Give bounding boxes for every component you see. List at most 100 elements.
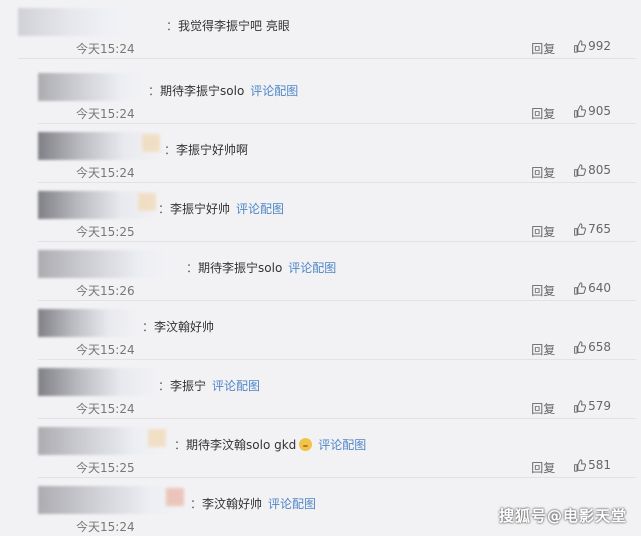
separator: ：: [142, 320, 155, 334]
comment-item: ：我觉得李振宁吧 亮眼 今天15:24 回复 992: [18, 0, 636, 59]
comment-body: ：李汶翰好帅 评论配图: [190, 495, 316, 512]
comment-body: ：期待李振宁solo 评论配图: [148, 82, 298, 99]
separator: ：: [158, 202, 171, 216]
comment-item: ：李汶翰好帅 今天15:24 回复 658: [38, 301, 636, 360]
comment-item: ：李振宁好帅 评论配图 今天15:25 回复 765: [38, 183, 636, 242]
blurred-avatar-tail: [148, 429, 166, 447]
comment-list: ：我觉得李振宁吧 亮眼 今天15:24 回复 992 ：期待李振宁solo 评论配…: [0, 0, 641, 535]
like-count: 805: [588, 163, 611, 177]
smiley-emoji-icon: [299, 438, 313, 451]
thumbs-up-icon: [574, 458, 587, 472]
comment-actions: 回复 905: [531, 104, 611, 122]
comment-item: ：期待李振宁solo 评论配图 今天15:24 回复 905: [38, 65, 636, 124]
like-button[interactable]: 640: [573, 281, 611, 295]
reply-button[interactable]: 回复: [531, 166, 555, 180]
blurred-username-avatar[interactable]: [38, 427, 166, 455]
comment-text: 期待李振宁solo: [160, 84, 245, 98]
like-count: 640: [588, 281, 611, 295]
comment-time: 今天15:25: [76, 461, 135, 475]
comment-actions: 回复 992: [531, 39, 611, 57]
comment-image-link[interactable]: 评论配图: [212, 379, 260, 393]
comment-actions: 回复 765: [531, 222, 611, 240]
comment-time: 今天15:25: [76, 225, 135, 239]
like-button[interactable]: 765: [573, 222, 611, 236]
separator: ：: [186, 261, 199, 275]
comment-time: 今天15:24: [76, 107, 135, 121]
thumbs-up-icon: [574, 399, 587, 413]
comment-item: ：李振宁 评论配图 今天15:24 回复 579: [38, 360, 636, 419]
comment-actions: 回复 581: [531, 458, 611, 476]
separator: ：: [158, 379, 171, 393]
like-count: 992: [588, 39, 611, 53]
comment-text: 李振宁好帅: [170, 202, 231, 216]
reply-button[interactable]: 回复: [531, 225, 555, 239]
comment-image-link[interactable]: 评论配图: [288, 261, 336, 275]
comment-body: ：李振宁好帅啊: [164, 141, 248, 158]
comment-time: 今天15:24: [76, 402, 135, 416]
separator: ：: [174, 438, 187, 452]
reply-button[interactable]: 回复: [531, 461, 555, 475]
like-count: 905: [588, 104, 611, 118]
thumbs-up-icon: [574, 39, 587, 53]
like-button[interactable]: 581: [573, 458, 611, 472]
comment-text: 期待李汶翰solo gkd: [186, 438, 297, 452]
comment-body: ：期待李振宁solo 评论配图: [186, 259, 336, 276]
blurred-username-avatar[interactable]: [38, 309, 138, 337]
comment-body: ：期待李汶翰solo gkd 评论配图: [174, 436, 366, 453]
blurred-username-avatar[interactable]: [18, 8, 148, 36]
comment-body: ：李汶翰好帅: [142, 318, 214, 335]
comment-body: ：我觉得李振宁吧 亮眼: [166, 17, 290, 34]
blurred-username-avatar[interactable]: [38, 368, 156, 396]
comment-text: 我觉得李振宁吧 亮眼: [178, 19, 290, 33]
comment-item: ：李振宁好帅啊 今天15:24 回复 805: [38, 124, 636, 183]
separator: ：: [164, 143, 177, 157]
comment-image-link[interactable]: 评论配图: [250, 84, 298, 98]
thumbs-up-icon: [574, 281, 587, 295]
comment-actions: 回复 658: [531, 340, 611, 358]
comment-actions: 回复 579: [531, 399, 611, 417]
comment-time: 今天15:24: [76, 42, 135, 56]
comment-image-link[interactable]: 评论配图: [318, 438, 366, 452]
reply-button[interactable]: 回复: [531, 284, 555, 298]
comment-text: 期待李振宁solo: [198, 261, 283, 275]
blurred-username-avatar[interactable]: [38, 250, 173, 278]
separator: ：: [148, 84, 161, 98]
comment-body: ：李振宁 评论配图: [158, 377, 260, 394]
thumbs-up-icon: [574, 340, 587, 354]
comment-text: 李汶翰好帅: [202, 497, 263, 511]
like-button[interactable]: 658: [573, 340, 611, 354]
comment-image-link[interactable]: 评论配图: [268, 497, 316, 511]
like-count: 579: [588, 399, 611, 413]
like-button[interactable]: 579: [573, 399, 611, 413]
blurred-username-avatar[interactable]: [38, 486, 186, 514]
like-button[interactable]: 905: [573, 104, 611, 118]
like-button[interactable]: 992: [573, 39, 611, 53]
thumbs-up-icon: [574, 163, 587, 177]
like-button[interactable]: 805: [573, 163, 611, 177]
like-count: 765: [588, 222, 611, 236]
comment-item: ：期待李振宁solo 评论配图 今天15:26 回复 640: [38, 242, 636, 301]
thumbs-up-icon: [574, 104, 587, 118]
reply-button[interactable]: 回复: [531, 42, 555, 56]
blurred-avatar-tail: [138, 193, 156, 211]
watermark-logo: 搜狐号@电影天堂: [498, 507, 627, 525]
comment-time: 今天15:24: [76, 343, 135, 357]
comment-time: 今天15:24: [76, 520, 135, 534]
comment-time: 今天15:24: [76, 166, 135, 180]
comment-time: 今天15:26: [76, 284, 135, 298]
comment-actions: 回复 640: [531, 281, 611, 299]
separator: ：: [166, 19, 179, 33]
comment-body: ：李振宁好帅 评论配图: [158, 200, 284, 217]
comment-image-link[interactable]: 评论配图: [236, 202, 284, 216]
separator: ：: [190, 497, 203, 511]
comment-item: ：期待李汶翰solo gkd 评论配图 今天15:25 回复 581: [38, 419, 636, 478]
blurred-avatar-tail: [142, 134, 160, 152]
reply-button[interactable]: 回复: [531, 343, 555, 357]
reply-button[interactable]: 回复: [531, 402, 555, 416]
reply-button[interactable]: 回复: [531, 107, 555, 121]
comment-text: 李汶翰好帅: [154, 320, 215, 334]
comment-text: 李振宁好帅啊: [176, 143, 249, 157]
like-count: 658: [588, 340, 611, 354]
comment-actions: 回复 805: [531, 163, 611, 181]
blurred-username-avatar[interactable]: [38, 73, 148, 101]
